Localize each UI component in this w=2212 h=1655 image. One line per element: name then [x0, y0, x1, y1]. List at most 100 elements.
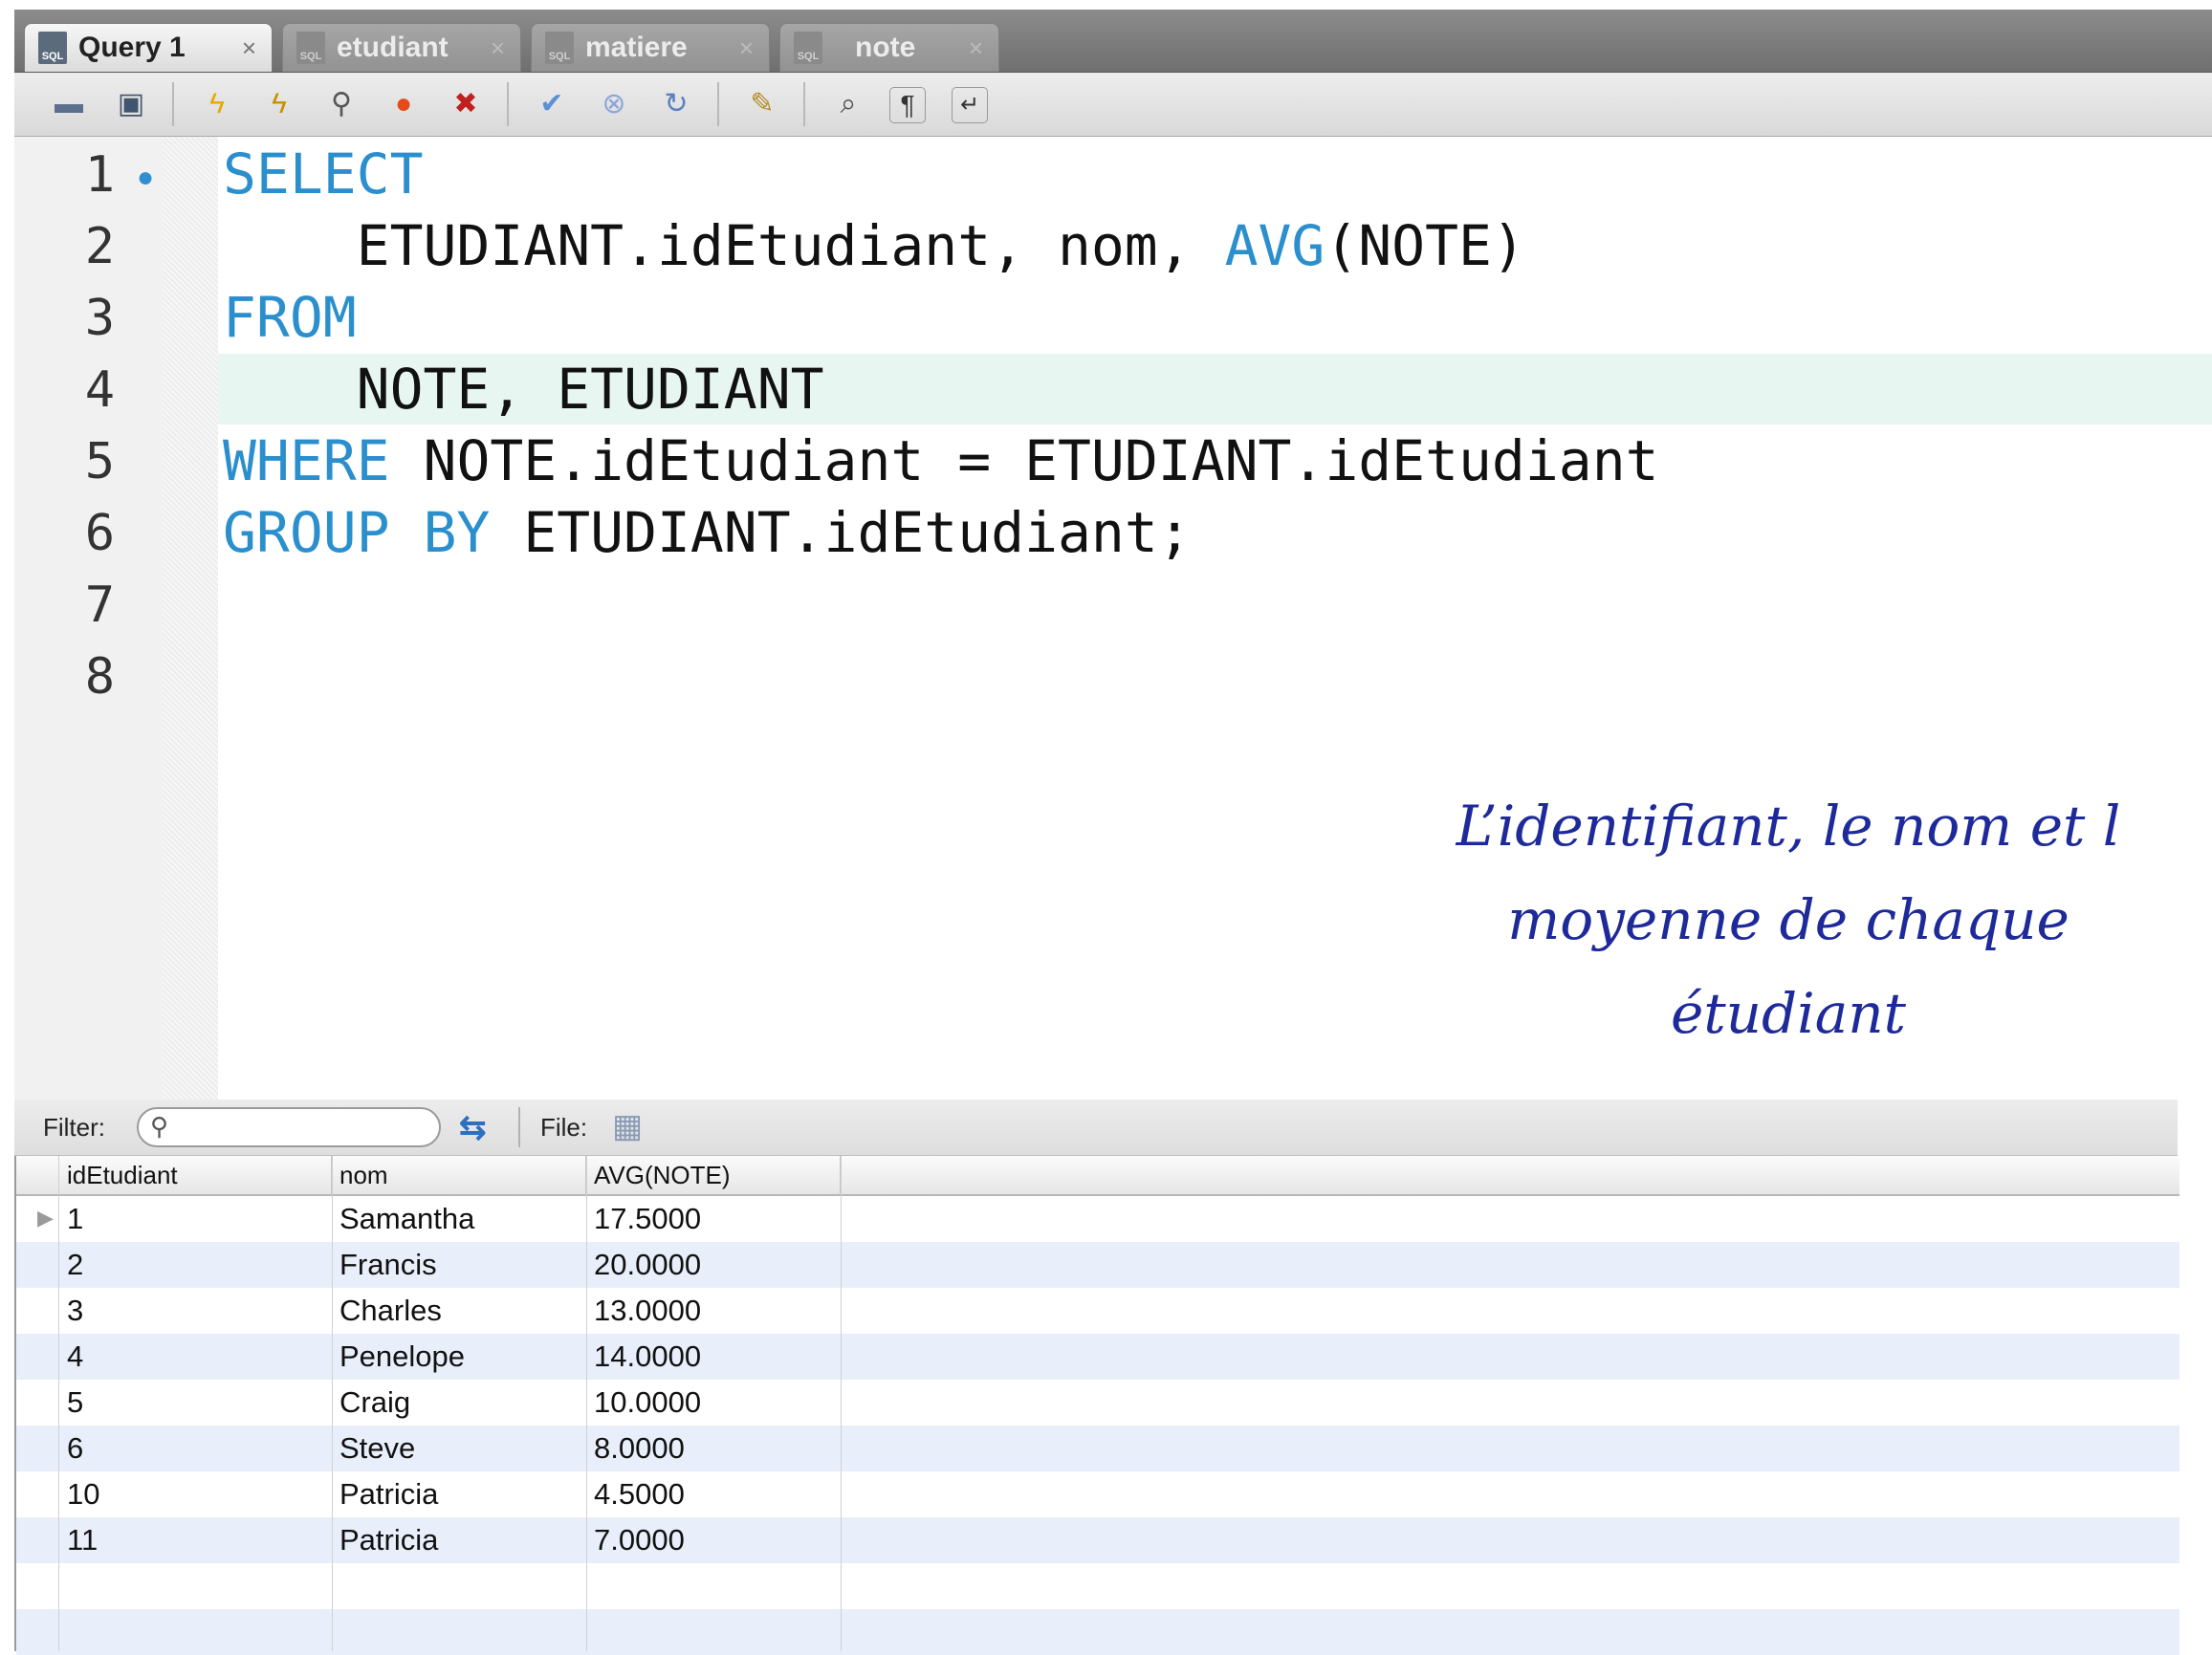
table-row[interactable]: 2 Francis 20.0000 [16, 1242, 2179, 1288]
result-grid[interactable]: idEtudiant nom AVG(NOTE) ▶ 1 Samantha 17.50… [14, 1156, 2179, 1655]
sql-keyword: WHERE [223, 428, 390, 493]
sql-text: NOTE, ETUDIANT [223, 357, 824, 422]
table-row[interactable]: ▶ 1 Samantha 17.5000 [16, 1196, 2179, 1242]
close-icon[interactable]: × [969, 33, 983, 63]
table-row[interactable]: 11 Patricia 7.0000 [16, 1517, 2179, 1563]
word-wrap-icon[interactable]: ↵ [952, 87, 988, 123]
code-line: FROM [223, 285, 357, 350]
filter-label: Filter: [43, 1113, 105, 1142]
grid-column-divider [586, 1156, 587, 1651]
table-cell[interactable]: Charles [332, 1288, 586, 1334]
tab-query-1[interactable]: SQL Query 1 × [24, 23, 273, 72]
sql-text: ETUDIANT.idEtudiant; [490, 500, 1192, 565]
tab-label: etudiant [337, 32, 449, 63]
tab-note[interactable]: SQL note × [779, 23, 999, 72]
table-row[interactable]: 3 Charles 13.0000 [16, 1288, 2179, 1334]
row-header-corner [16, 1156, 59, 1194]
tab-bar: SQL Query 1 × SQL etudiant × SQL matiere… [14, 10, 2212, 73]
sql-text: NOTE.idEtudiant = ETUDIANT.idEtudiant [389, 428, 1659, 493]
table-cell[interactable]: Patricia [332, 1471, 586, 1517]
grid-column-divider [58, 1156, 59, 1651]
table-cell[interactable]: 14.0000 [586, 1334, 841, 1380]
column-header-idEtudiant[interactable]: idEtudiant [59, 1156, 332, 1194]
save-icon[interactable]: ▣ [110, 83, 152, 125]
table-cell[interactable]: Patricia [332, 1517, 586, 1563]
table-row[interactable]: 5 Craig 10.0000 [16, 1380, 2179, 1426]
table-cell[interactable]: 5 [59, 1380, 332, 1426]
table-cell[interactable]: Francis [332, 1242, 586, 1288]
table-cell[interactable]: 6 [59, 1426, 332, 1471]
row-selector-icon: ▶ [37, 1206, 54, 1230]
table-row[interactable] [16, 1563, 2179, 1609]
find-icon[interactable]: ⌕ [827, 83, 869, 125]
sql-keyword: FROM [223, 285, 357, 350]
tab-etudiant[interactable]: SQL etudiant × [282, 23, 521, 72]
stop-on-error-icon[interactable]: ✖ [445, 83, 487, 125]
tab-matiere[interactable]: SQL matiere × [531, 23, 770, 72]
close-icon[interactable]: × [491, 33, 505, 63]
line-number: 5 [84, 433, 115, 490]
table-row[interactable]: 4 Penelope 14.0000 [16, 1334, 2179, 1380]
column-header-avg-note[interactable]: AVG(NOTE) [586, 1156, 841, 1194]
invisible-chars-icon[interactable]: ¶ [889, 87, 926, 123]
open-folder-icon[interactable]: ▬ [48, 83, 90, 125]
commit-icon[interactable]: ✔ [531, 83, 573, 125]
sql-function: AVG [1224, 213, 1325, 278]
editor-toolbar: ▬ ▣ ϟ ϟ ⚲ ● ✖ ✔ ⊗ ↻ ✎ ⌕ ¶ ↵ [14, 73, 2212, 137]
table-cell[interactable]: 7.0000 [586, 1517, 841, 1563]
table-cell[interactable]: Samantha [332, 1196, 586, 1242]
file-label: File: [540, 1113, 588, 1142]
export-file-icon[interactable]: ▦ [612, 1107, 643, 1145]
table-cell[interactable]: 17.5000 [586, 1196, 841, 1242]
tab-label: matiere [585, 32, 688, 63]
sql-keyword: SELECT [223, 142, 424, 207]
table-cell[interactable]: 3 [59, 1288, 332, 1334]
table-cell[interactable]: 4.5000 [586, 1471, 841, 1517]
table-cell[interactable]: 4 [59, 1334, 332, 1380]
autocommit-icon[interactable]: ↻ [655, 83, 697, 125]
table-cell[interactable]: 11 [59, 1517, 332, 1563]
sql-file-icon: SQL [794, 32, 822, 64]
table-cell[interactable]: 13.0000 [586, 1288, 841, 1334]
line-number: 3 [84, 290, 115, 347]
refresh-icon[interactable]: ⇆ [459, 1109, 487, 1147]
table-cell[interactable]: Steve [332, 1426, 586, 1471]
table-row[interactable] [16, 1609, 2179, 1655]
line-number: 1 [84, 146, 115, 204]
code-line: WHERE NOTE.idEtudiant = ETUDIANT.idEtudi… [223, 428, 1659, 493]
sql-file-icon: SQL [545, 32, 574, 64]
tab-label: Query 1 [78, 32, 186, 63]
table-cell[interactable]: 1 [59, 1196, 332, 1242]
execute-current-icon[interactable]: ϟ [258, 83, 300, 125]
table-cell[interactable]: Penelope [332, 1334, 586, 1380]
explain-icon[interactable]: ⚲ [320, 83, 362, 125]
sql-keyword: GROUP BY [223, 500, 491, 565]
column-header-nom[interactable]: nom [332, 1156, 586, 1194]
code-line: GROUP BY ETUDIANT.idEtudiant; [223, 500, 1192, 565]
table-cell[interactable]: 2 [59, 1242, 332, 1288]
table-cell[interactable]: 8.0000 [586, 1426, 841, 1471]
table-row[interactable]: 10 Patricia 4.5000 [16, 1471, 2179, 1517]
toolbar-separator [518, 1107, 520, 1147]
sql-file-icon: SQL [296, 32, 325, 64]
grid-column-divider [332, 1156, 333, 1651]
toolbar-separator [172, 82, 174, 126]
table-cell[interactable]: Craig [332, 1380, 586, 1426]
rollback-icon[interactable]: ⊗ [593, 83, 635, 125]
code-line: ETUDIANT.idEtudiant, nom, AVG(NOTE) [223, 213, 1525, 278]
handwritten-annotation: L’identifiant, le nom et l moyenne de ch… [1456, 794, 2121, 1046]
close-icon[interactable]: × [242, 33, 256, 63]
execute-icon[interactable]: ϟ [196, 83, 238, 125]
code-line: NOTE, ETUDIANT [223, 357, 824, 422]
close-icon[interactable]: × [739, 33, 754, 63]
filter-search-input[interactable]: ⚲ [137, 1107, 441, 1147]
table-cell[interactable]: 10.0000 [586, 1380, 841, 1426]
sql-file-icon: SQL [38, 32, 67, 64]
table-cell[interactable]: 20.0000 [586, 1242, 841, 1288]
sql-text: ETUDIANT.idEtudiant, nom, [223, 213, 1225, 278]
table-cell[interactable]: 10 [59, 1471, 332, 1517]
stop-icon[interactable]: ● [383, 83, 425, 125]
beautify-icon[interactable]: ✎ [741, 83, 783, 125]
table-row[interactable]: 6 Steve 8.0000 [16, 1426, 2179, 1471]
grid-column-divider [841, 1156, 842, 1651]
